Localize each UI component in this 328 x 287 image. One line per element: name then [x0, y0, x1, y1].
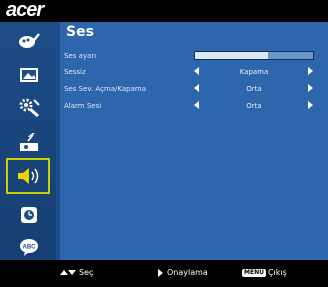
alarm-volume-label: Alarm Sesi — [64, 102, 102, 110]
language-abc-icon[interactable]: ABC — [12, 234, 46, 260]
down-arrow-icon — [68, 270, 76, 275]
arrow-right-icon[interactable] — [308, 84, 313, 92]
up-arrow-icon — [60, 270, 68, 275]
speaker-icon[interactable] — [6, 158, 50, 194]
arrow-left-icon[interactable] — [194, 84, 199, 92]
select-hint: Seç — [60, 268, 93, 277]
confirm-hint: Onaylama — [158, 268, 208, 277]
picture-icon[interactable] — [12, 62, 46, 88]
projector-icon[interactable] — [12, 130, 46, 156]
exit-hint: MENU Çıkış — [242, 268, 287, 277]
volume-slider-fill — [195, 52, 269, 59]
alarm-volume-value: Orta — [246, 102, 262, 110]
arrow-left-icon[interactable] — [194, 101, 199, 109]
settings-tools-icon[interactable] — [12, 94, 46, 120]
arrow-right-icon[interactable] — [308, 101, 313, 109]
mute-row[interactable]: Sessiz Kapama — [64, 66, 320, 78]
acer-logo: acer — [6, 0, 44, 21]
menu-key-icon: MENU — [242, 268, 266, 277]
top-bar: acer — [0, 0, 328, 22]
power-onoff-volume-row[interactable]: Ses Sev. Açma/Kapama Orta — [64, 83, 320, 95]
page-title: Ses — [66, 24, 94, 40]
volume-slider[interactable] — [194, 51, 314, 60]
mute-value: Kapama — [239, 68, 269, 76]
power-onoff-volume-value: Orta — [246, 85, 262, 93]
footer-help-bar: Seç Onaylama MENU Çıkış — [0, 260, 328, 287]
power-onoff-volume-label: Ses Sev. Açma/Kapama — [64, 85, 147, 93]
palette-brush-icon[interactable] — [12, 28, 46, 54]
select-hint-label: Seç — [79, 268, 94, 277]
right-arrow-icon — [158, 268, 163, 277]
volume-label: Ses ayarı — [64, 52, 97, 60]
arrow-right-icon[interactable] — [308, 67, 313, 75]
confirm-hint-label: Onaylama — [167, 268, 208, 277]
clock-icon[interactable] — [12, 202, 46, 228]
volume-row[interactable]: Ses ayarı — [64, 50, 320, 62]
sidebar: ABC — [0, 22, 56, 260]
alarm-volume-row[interactable]: Alarm Sesi Orta — [64, 100, 320, 112]
exit-hint-label: Çıkış — [267, 268, 287, 277]
arrow-left-icon[interactable] — [194, 67, 199, 75]
svg-text:ABC: ABC — [23, 245, 37, 251]
mute-label: Sessiz — [64, 68, 86, 76]
